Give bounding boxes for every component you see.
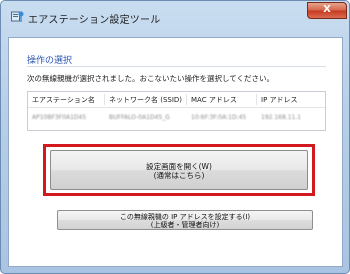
window-title: エアステーション設定ツール bbox=[28, 15, 161, 26]
column-header-ip[interactable]: IP アドレス bbox=[261, 95, 298, 105]
title-bar[interactable]: エアステーション設定ツール X bbox=[1, 1, 349, 35]
set-ip-address-label: この無線親機の IP アドレスを設定する(I) bbox=[119, 213, 251, 221]
cell-mac: 10:6F:3F:0A:1D:45 bbox=[191, 114, 247, 121]
settings-tool-window: エアステーション設定ツール X 操作の選択 次の無線親機が選択されました。おこな… bbox=[0, 0, 350, 274]
column-separator bbox=[104, 94, 105, 105]
cell-ssid: BUFFALO-0A1D45_G bbox=[109, 114, 170, 121]
column-separator bbox=[186, 94, 187, 105]
open-settings-sublabel: (通常はこちら) bbox=[153, 171, 205, 180]
column-header-mac[interactable]: MAC アドレス bbox=[191, 95, 237, 105]
set-ip-address-sublabel: (上級者・管理者向け) bbox=[150, 221, 220, 229]
column-header-station-name[interactable]: エアステーション名 bbox=[32, 95, 95, 105]
set-ip-address-button[interactable]: この無線親機の IP アドレスを設定する(I) (上級者・管理者向け) bbox=[57, 210, 313, 230]
section-title: 操作の選択 bbox=[27, 56, 73, 66]
cell-ip: 192.168.11.1 bbox=[261, 114, 302, 121]
table-header: エアステーション名 ネットワーク名 (SSID) MAC アドレス IP アドレ… bbox=[28, 92, 325, 108]
open-settings-button[interactable]: 設定画面を開く(W) (通常はこちら) bbox=[50, 150, 308, 190]
instruction-text: 次の無線親機が選択されました。おこないたい操作を選択してください。 bbox=[27, 74, 275, 83]
section-divider bbox=[27, 66, 326, 67]
network-tool-icon bbox=[11, 11, 24, 22]
selected-device-table: エアステーション名 ネットワーク名 (SSID) MAC アドレス IP アドレ… bbox=[27, 91, 326, 131]
close-button[interactable]: X bbox=[307, 2, 347, 19]
column-header-ssid[interactable]: ネットワーク名 (SSID) bbox=[109, 95, 182, 105]
cell-station-name: AP10BF3F0A1D45 bbox=[32, 114, 87, 121]
open-settings-label: 設定画面を開く(W) bbox=[146, 162, 212, 171]
main-panel: 操作の選択 次の無線親機が選択されました。おこないたい操作を選択してください。 … bbox=[8, 37, 343, 267]
column-separator bbox=[256, 94, 257, 105]
